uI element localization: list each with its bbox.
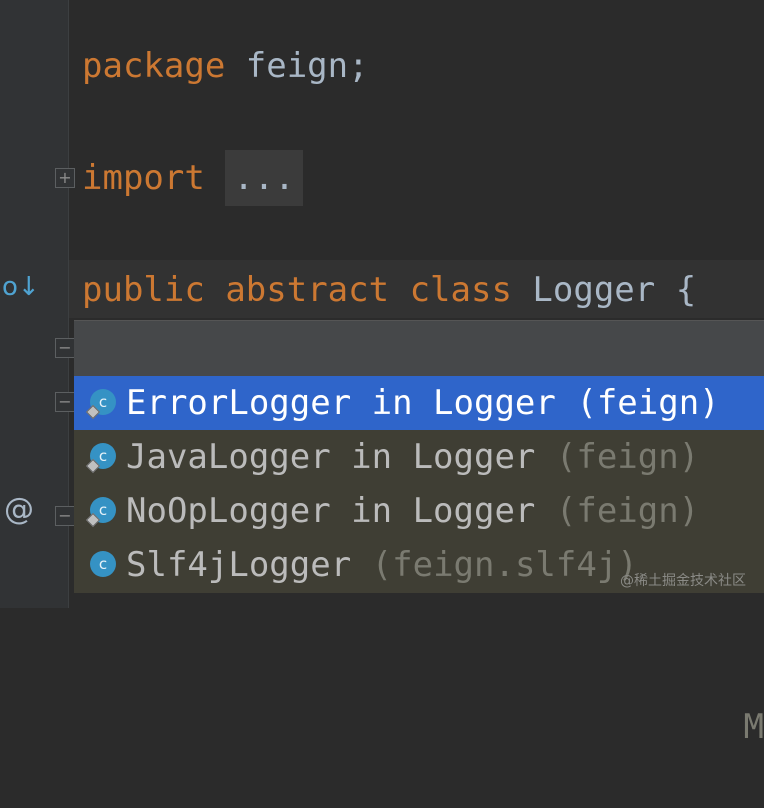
popup-search-area[interactable] bbox=[74, 321, 764, 375]
folded-imports[interactable]: ... bbox=[225, 150, 303, 206]
keyword-package: package bbox=[82, 46, 226, 86]
annotation-icon: @ bbox=[4, 492, 34, 527]
completion-item-name: Slf4jLogger bbox=[126, 545, 352, 585]
completion-item-trailing: M bbox=[743, 707, 764, 747]
completion-popup[interactable]: c ErrorLogger in Logger (feign) c JavaLo… bbox=[74, 320, 764, 747]
completion-item-name: JavaLogger in Logger bbox=[126, 437, 536, 477]
fold-collapse-icon[interactable]: − bbox=[55, 338, 75, 358]
fold-collapse-icon[interactable]: − bbox=[55, 506, 75, 526]
package-name: feign; bbox=[225, 46, 369, 86]
completion-item[interactable]: c JavaLogger in Logger (feign) bbox=[74, 430, 764, 484]
implemented-marker-icon[interactable]: o↓ bbox=[2, 272, 40, 302]
completion-item[interactable]: c ErrorLogger in Logger (feign) bbox=[74, 376, 764, 430]
watermark: @稀土掘金技术社区 bbox=[620, 573, 746, 589]
completion-item-package: (feign) bbox=[555, 437, 700, 477]
completion-item-package: (feign.slf4j) bbox=[371, 545, 638, 585]
completion-item-name: NoOpLogger in Logger bbox=[126, 491, 536, 531]
keyword-import: import bbox=[82, 158, 205, 198]
class-name: Logger bbox=[532, 270, 656, 310]
keyword-public: public bbox=[82, 270, 205, 310]
keyword-class: class bbox=[409, 270, 512, 310]
code-line-import[interactable]: import ... bbox=[82, 150, 303, 206]
completion-item-package: (feign) bbox=[555, 491, 700, 531]
keyword-abstract: abstract bbox=[225, 270, 390, 310]
fold-collapse-icon[interactable]: − bbox=[55, 392, 75, 412]
completion-item[interactable]: c NoOpLogger in Logger (feign) bbox=[74, 484, 764, 538]
open-brace: { bbox=[675, 270, 697, 310]
completion-list[interactable]: c ErrorLogger in Logger (feign) c JavaLo… bbox=[74, 376, 764, 747]
class-icon: c bbox=[90, 551, 116, 577]
code-line-package[interactable]: package feign; bbox=[82, 38, 369, 94]
completion-item-name: ErrorLogger in Logger bbox=[126, 383, 556, 423]
completion-item-package: (feign) bbox=[576, 383, 720, 423]
fold-expand-icon[interactable]: + bbox=[55, 168, 75, 188]
code-line-class-declaration[interactable]: public abstract class Logger { bbox=[82, 262, 696, 318]
